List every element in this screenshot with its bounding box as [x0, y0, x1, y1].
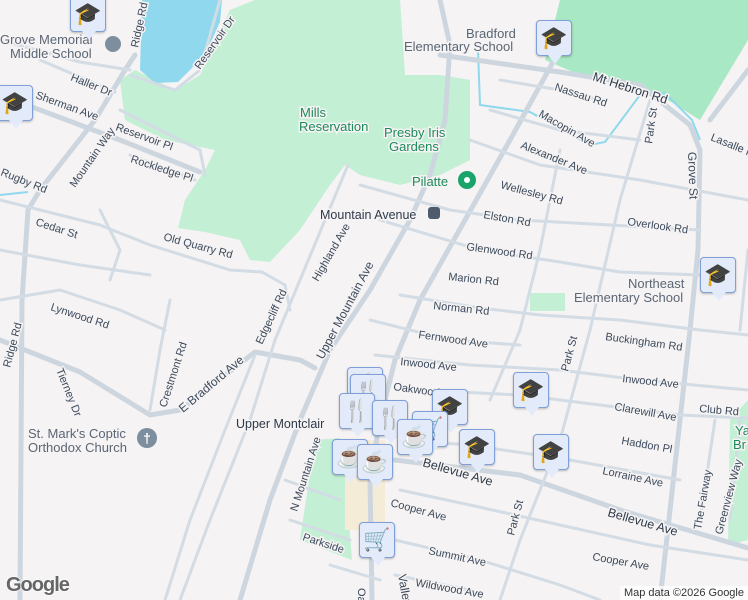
map-label: Inwood Ave — [400, 356, 458, 374]
map-label: Mountain Avenue — [320, 208, 416, 222]
map-label: Summit Ave — [427, 545, 487, 569]
map-label: Lasalle Rd — [709, 132, 748, 163]
map-label: Cooper Ave — [591, 551, 650, 573]
map-label: Elston Rd — [482, 209, 531, 229]
map-label: Presby Iris — [384, 125, 446, 140]
map-label: Reservation — [299, 119, 368, 134]
park-small — [530, 293, 565, 311]
train-station-icon — [428, 207, 440, 219]
school-icon — [105, 36, 121, 52]
school-marker[interactable]: 🎓 — [459, 429, 495, 473]
school-marker[interactable]: 🎓 — [0, 85, 33, 129]
map-label: Alexander Ave — [519, 140, 589, 178]
map-attribution[interactable]: Map data ©2026 Google — [619, 586, 748, 600]
school-marker[interactable]: 🎓 — [70, 0, 106, 40]
map-label: Marion Rd — [448, 271, 500, 288]
map-label: Inwood Ave — [622, 373, 680, 391]
map-label: Norman Rd — [433, 300, 490, 318]
map-label: Lynwood Rd — [49, 301, 110, 331]
map-label: Buckingham Rd — [605, 331, 684, 354]
map-label: Grove St — [685, 152, 701, 200]
map-label: Middle School — [10, 46, 92, 61]
map-label: Mills — [300, 105, 326, 120]
map-canvas[interactable]: Ridge Rd Reservoir Dr Haller Dr Sherman … — [0, 0, 748, 600]
map-label: Elementary School — [574, 290, 683, 305]
map-label: The Fairway — [692, 468, 714, 530]
map-label: Elementary School — [404, 39, 513, 54]
map-label: Ya — [735, 423, 748, 438]
map-label: Orthodox Church — [28, 440, 127, 455]
school-marker[interactable]: 🎓 — [536, 20, 572, 64]
school-marker[interactable]: 🎓 — [513, 372, 549, 416]
map-label: Glenwood Rd — [466, 241, 534, 262]
map-label: Cooper Ave — [389, 497, 447, 523]
cafe-marker[interactable]: ☕ — [397, 419, 433, 463]
map-label: Pilatte — [412, 174, 448, 189]
cafe-marker[interactable]: ☕ — [357, 444, 393, 488]
map-label: Mountain Way — [68, 125, 118, 190]
map-label: St. Mark's Coptic — [28, 426, 126, 441]
restaurant-marker[interactable]: 🍴 — [339, 393, 375, 437]
map-label: Haddon Pl — [620, 435, 673, 456]
map-label: Wildwood Ave — [414, 577, 484, 600]
map-label: Haller Dr — [69, 72, 114, 100]
map-label: Upper Montclair — [236, 417, 324, 431]
map-label: Oak — [355, 588, 367, 600]
map-label: Tierney Dr — [53, 367, 83, 419]
map-label: Overlook Rd — [627, 216, 689, 236]
school-marker[interactable]: 🎓 — [533, 434, 569, 478]
park-ne — [545, 0, 748, 120]
map-label: † — [143, 430, 151, 446]
school-marker[interactable]: 🎓 — [700, 257, 736, 301]
map-label: Lorraine Ave — [601, 465, 664, 490]
map-label: Br — [733, 437, 747, 452]
map-label: Gardens — [389, 139, 439, 154]
map-label: Northeast — [628, 276, 685, 291]
map-label: Highland Ave — [310, 222, 353, 284]
map-label: Clarewill Ave — [613, 401, 677, 424]
map-label: Fernwood Ave — [418, 329, 489, 351]
map-label: Macopin Ave — [537, 108, 597, 150]
shopping-cart-marker[interactable]: 🛒 — [359, 522, 395, 566]
map-label: Park St — [559, 335, 580, 373]
map-label: Cedar St — [34, 216, 79, 241]
map-label: Grove Memorial — [0, 32, 93, 47]
google-logo: Google — [6, 574, 70, 596]
